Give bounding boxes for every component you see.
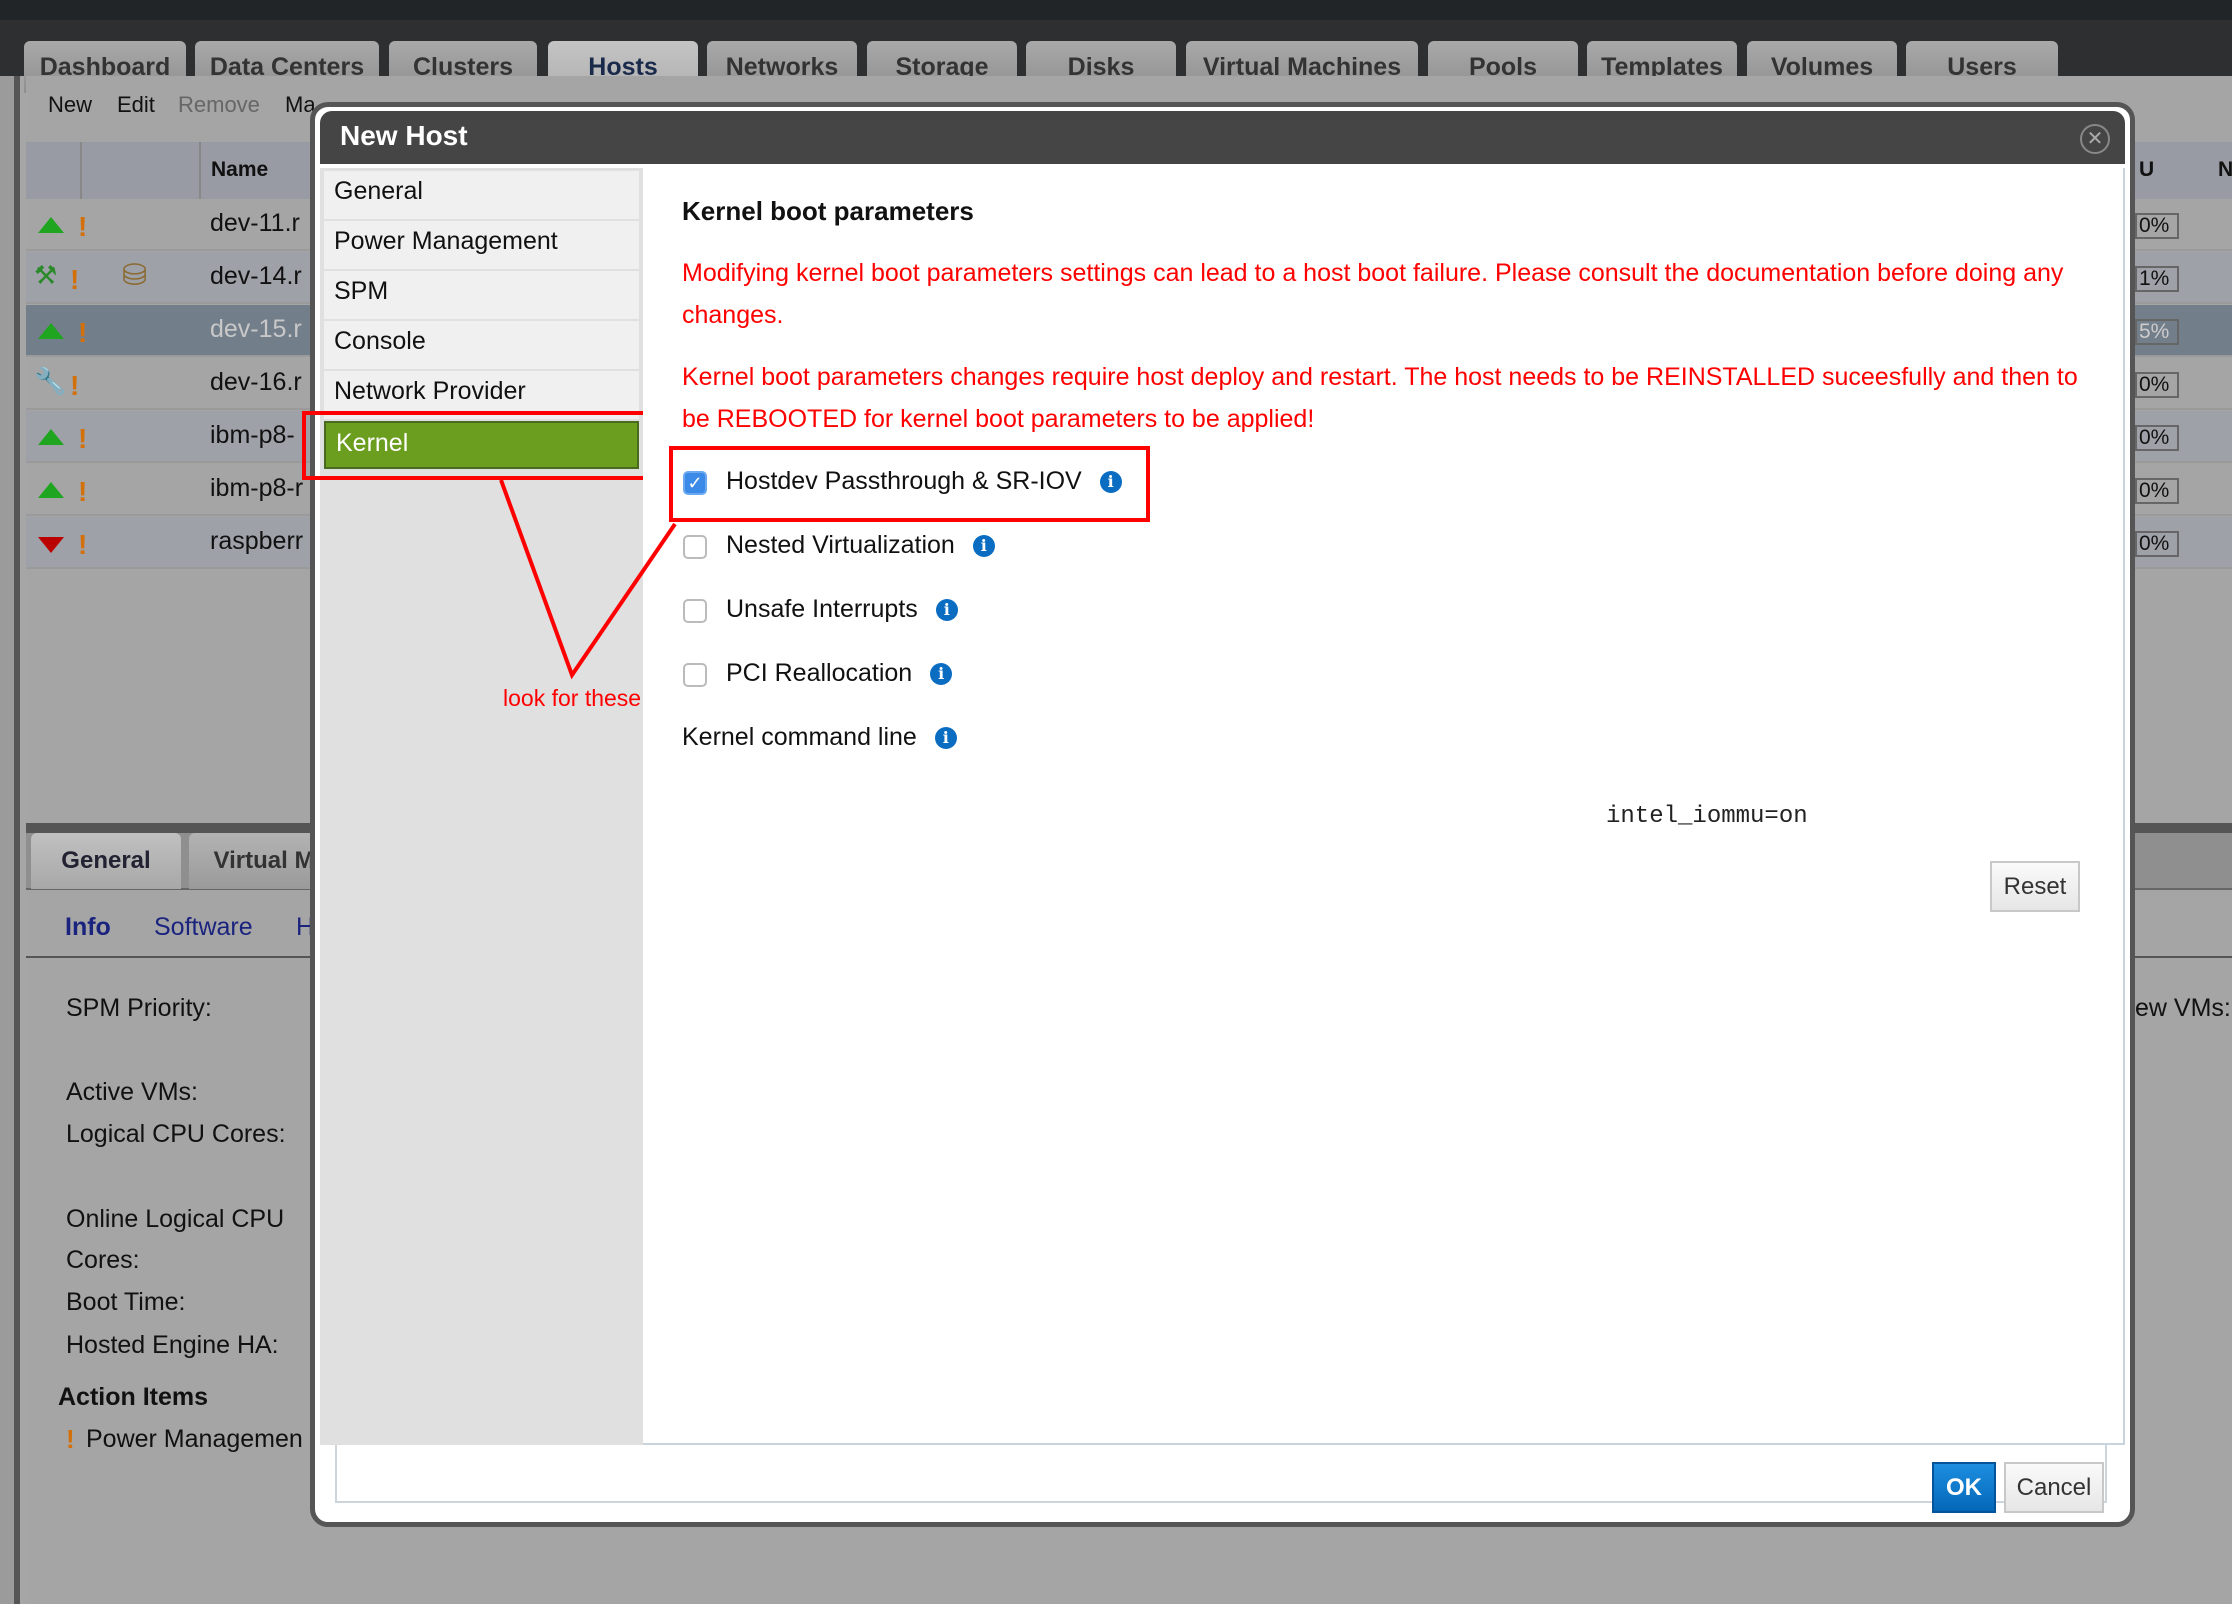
annotation-line	[499, 479, 677, 680]
annotation-arrows	[499, 479, 677, 680]
annotation-label: look for these	[503, 685, 642, 711]
